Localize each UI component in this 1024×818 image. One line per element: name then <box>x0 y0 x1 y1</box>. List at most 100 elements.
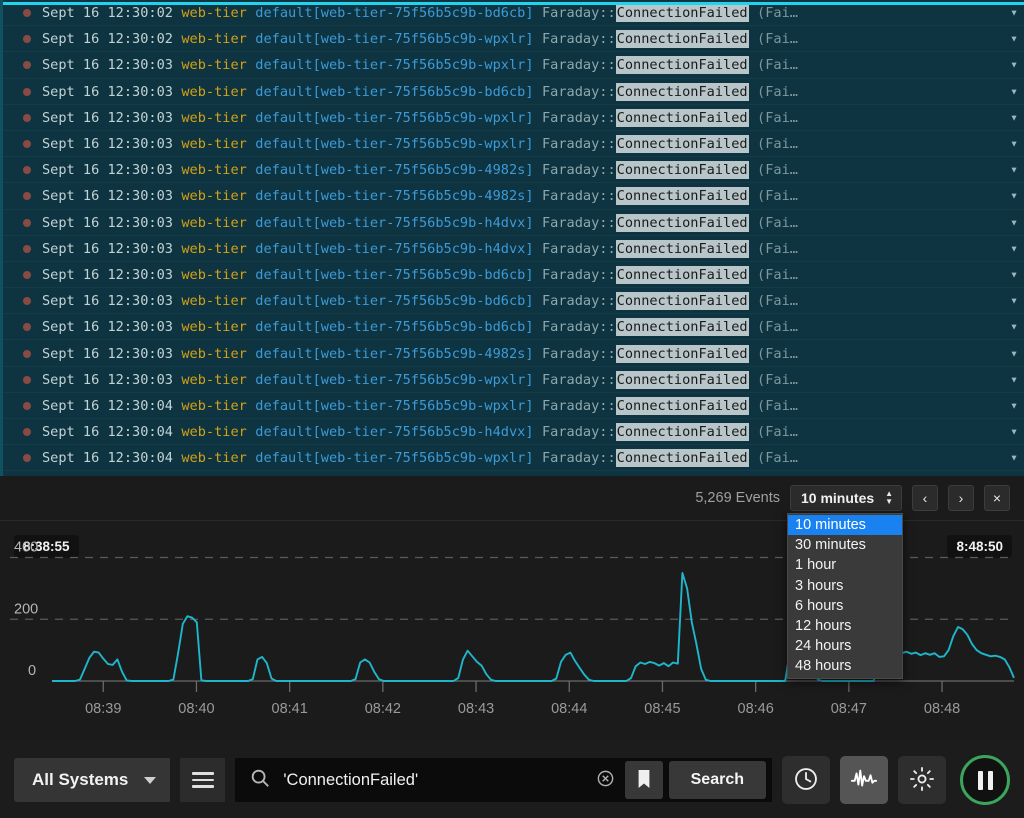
chevron-down-icon[interactable]: ▾ <box>1010 33 1018 46</box>
time-range-select[interactable]: 10 minutes30 minutes1 hour3 hours6 hours… <box>790 485 902 511</box>
severity-dot <box>23 401 31 410</box>
log-message-tail: (Fai… <box>757 31 798 48</box>
time-range-option[interactable]: 24 hours <box>788 636 902 656</box>
history-button[interactable] <box>782 756 830 804</box>
next-range-button[interactable]: › <box>948 485 974 511</box>
time-range-dropdown-list[interactable]: 10 minutes 30 minutes 1 hour 3 hours 6 hours… <box>787 513 903 679</box>
log-error-namespace: Faraday:: <box>541 162 616 179</box>
chevron-down-icon[interactable]: ▾ <box>1010 164 1018 177</box>
log-row[interactable]: Sept 16 12:30:03 web-tier default[web-tier… <box>3 236 1024 262</box>
log-host: web-tier <box>181 136 247 153</box>
log-process: default[web-tier-75f56b5c9b-wpxlr] <box>255 136 534 153</box>
chevron-down-icon[interactable]: ▾ <box>1010 295 1018 308</box>
severity-dot <box>23 35 31 44</box>
log-process: default[web-tier-75f56b5c9b-bd6cb] <box>255 319 534 336</box>
close-chart-button[interactable]: × <box>984 485 1010 511</box>
log-row[interactable]: Sept 16 12:30:02 web-tier default[web-tier… <box>3 26 1024 52</box>
log-error-namespace: Faraday:: <box>541 319 616 336</box>
log-row[interactable]: Sept 16 12:30:03 web-tier default[web-tier… <box>3 105 1024 131</box>
severity-dot <box>23 454 31 463</box>
log-highlight-term: ConnectionFailed <box>615 82 749 101</box>
log-message-tail: (Fai… <box>757 397 798 414</box>
hamburger-menu-icon <box>191 778 214 782</box>
chevron-down-icon[interactable]: ▾ <box>1010 426 1018 439</box>
time-range-option[interactable]: 3 hours <box>788 576 902 596</box>
hamburger-menu-button[interactable] <box>180 758 226 802</box>
chevron-down-icon[interactable]: ▾ <box>1010 111 1018 124</box>
log-row[interactable]: Sept 16 12:30:04 web-tier default[web-tier… <box>3 393 1024 419</box>
log-row[interactable]: Sept 16 12:30:04 web-tier default[web-tier… <box>3 445 1024 471</box>
log-highlight-term: ConnectionFailed <box>615 108 749 127</box>
log-timestamp: Sept 16 12:30:02 <box>42 5 173 22</box>
caret-down-icon <box>144 776 157 784</box>
chevron-down-icon[interactable]: ▾ <box>1010 85 1018 98</box>
pause-stream-button[interactable] <box>960 755 1010 805</box>
chevron-down-icon[interactable]: ▾ <box>1010 373 1018 386</box>
log-results-panel[interactable]: Sept 16 12:30:02 web-tier default[web-tier… <box>0 0 1024 476</box>
log-highlight-term: ConnectionFailed <box>615 423 749 442</box>
log-row[interactable]: Sept 16 12:30:03 web-tier default[web-tier… <box>3 210 1024 236</box>
clear-search-button[interactable] <box>586 769 625 791</box>
log-row[interactable]: Sept 16 12:30:03 web-tier default[web-tier… <box>3 157 1024 183</box>
severity-dot <box>23 375 31 384</box>
chevron-down-icon[interactable]: ▾ <box>1010 347 1018 360</box>
log-message-tail: (Fai… <box>757 240 798 257</box>
bookmark-search-button[interactable] <box>624 761 663 799</box>
time-range-option[interactable]: 12 hours <box>788 616 902 636</box>
settings-button[interactable] <box>898 756 946 804</box>
log-row[interactable]: Sept 16 12:30:03 web-tier default[web-tier… <box>3 131 1024 157</box>
chevron-down-icon[interactable]: ▾ <box>1010 7 1018 20</box>
pulse-activity-icon <box>850 766 878 795</box>
clock-icon <box>793 766 819 795</box>
log-timestamp: Sept 16 12:30:03 <box>42 162 173 179</box>
chevron-down-icon[interactable]: ▾ <box>1010 452 1018 465</box>
chevron-down-icon[interactable]: ▾ <box>1010 321 1018 334</box>
severity-dot <box>23 9 31 18</box>
svg-text:08:44: 08:44 <box>551 701 587 717</box>
time-range-select-wrapper: 10 minutes30 minutes1 hour3 hours6 hours… <box>790 485 902 511</box>
time-range-option[interactable]: 6 hours <box>788 596 902 616</box>
log-row[interactable]: Sept 16 12:30:04 web-tier default[web-tier… <box>3 419 1024 445</box>
log-row[interactable]: Sept 16 12:30:03 web-tier default[web-tier… <box>3 314 1024 340</box>
chevron-down-icon[interactable]: ▾ <box>1010 138 1018 151</box>
log-row[interactable]: Sept 16 12:30:03 web-tier default[web-tier… <box>3 262 1024 288</box>
time-range-option[interactable]: 30 minutes <box>788 535 902 555</box>
chevron-down-icon[interactable]: ▾ <box>1010 59 1018 72</box>
activity-button[interactable] <box>840 756 888 804</box>
log-highlight-term: ConnectionFailed <box>615 318 749 337</box>
search-bar[interactable]: Search <box>235 758 772 802</box>
log-row[interactable]: Sept 16 12:30:03 web-tier default[web-tier… <box>3 52 1024 78</box>
log-timestamp: Sept 16 12:30:04 <box>42 424 173 441</box>
time-range-option[interactable]: 10 minutes <box>788 515 902 536</box>
search-submit-button[interactable]: Search <box>668 761 766 799</box>
log-process: default[web-tier-75f56b5c9b-bd6cb] <box>255 5 534 22</box>
log-error-namespace: Faraday:: <box>541 109 616 126</box>
chevron-down-icon[interactable]: ▾ <box>1010 242 1018 255</box>
log-process: default[web-tier-75f56b5c9b-bd6cb] <box>255 266 534 283</box>
log-error-namespace: Faraday:: <box>541 371 616 388</box>
chevron-down-icon[interactable]: ▾ <box>1010 190 1018 203</box>
log-highlight-term: ConnectionFailed <box>615 449 749 468</box>
prev-range-button[interactable]: ‹ <box>912 485 938 511</box>
log-process: default[web-tier-75f56b5c9b-h4dvx] <box>255 214 534 231</box>
log-row[interactable]: Sept 16 12:30:03 web-tier default[web-tier… <box>3 340 1024 366</box>
time-range-option[interactable]: 1 hour <box>788 555 902 575</box>
log-process: default[web-tier-75f56b5c9b-bd6cb] <box>255 293 534 310</box>
chevron-down-icon[interactable]: ▾ <box>1010 268 1018 281</box>
log-host: web-tier <box>181 57 247 74</box>
chevron-down-icon[interactable]: ▾ <box>1010 216 1018 229</box>
systems-filter-button[interactable]: All Systems <box>14 758 171 802</box>
time-range-option[interactable]: 48 hours <box>788 656 902 676</box>
log-row[interactable]: Sept 16 12:30:03 web-tier default[web-tier… <box>3 288 1024 314</box>
log-row[interactable]: Sept 16 12:30:03 web-tier default[web-tier… <box>3 183 1024 209</box>
pause-icon <box>977 770 993 790</box>
log-row[interactable]: Sept 16 12:30:03 web-tier default[web-tier… <box>3 79 1024 105</box>
log-error-namespace: Faraday:: <box>541 83 616 100</box>
search-input[interactable] <box>271 770 586 790</box>
log-row[interactable]: Sept 16 12:30:03 web-tier default[web-tier… <box>3 367 1024 393</box>
log-timestamp: Sept 16 12:30:03 <box>42 214 173 231</box>
svg-text:08:39: 08:39 <box>85 701 121 717</box>
chevron-down-icon[interactable]: ▾ <box>1010 399 1018 412</box>
log-highlight-term: ConnectionFailed <box>615 239 749 258</box>
log-host: web-tier <box>181 162 247 179</box>
